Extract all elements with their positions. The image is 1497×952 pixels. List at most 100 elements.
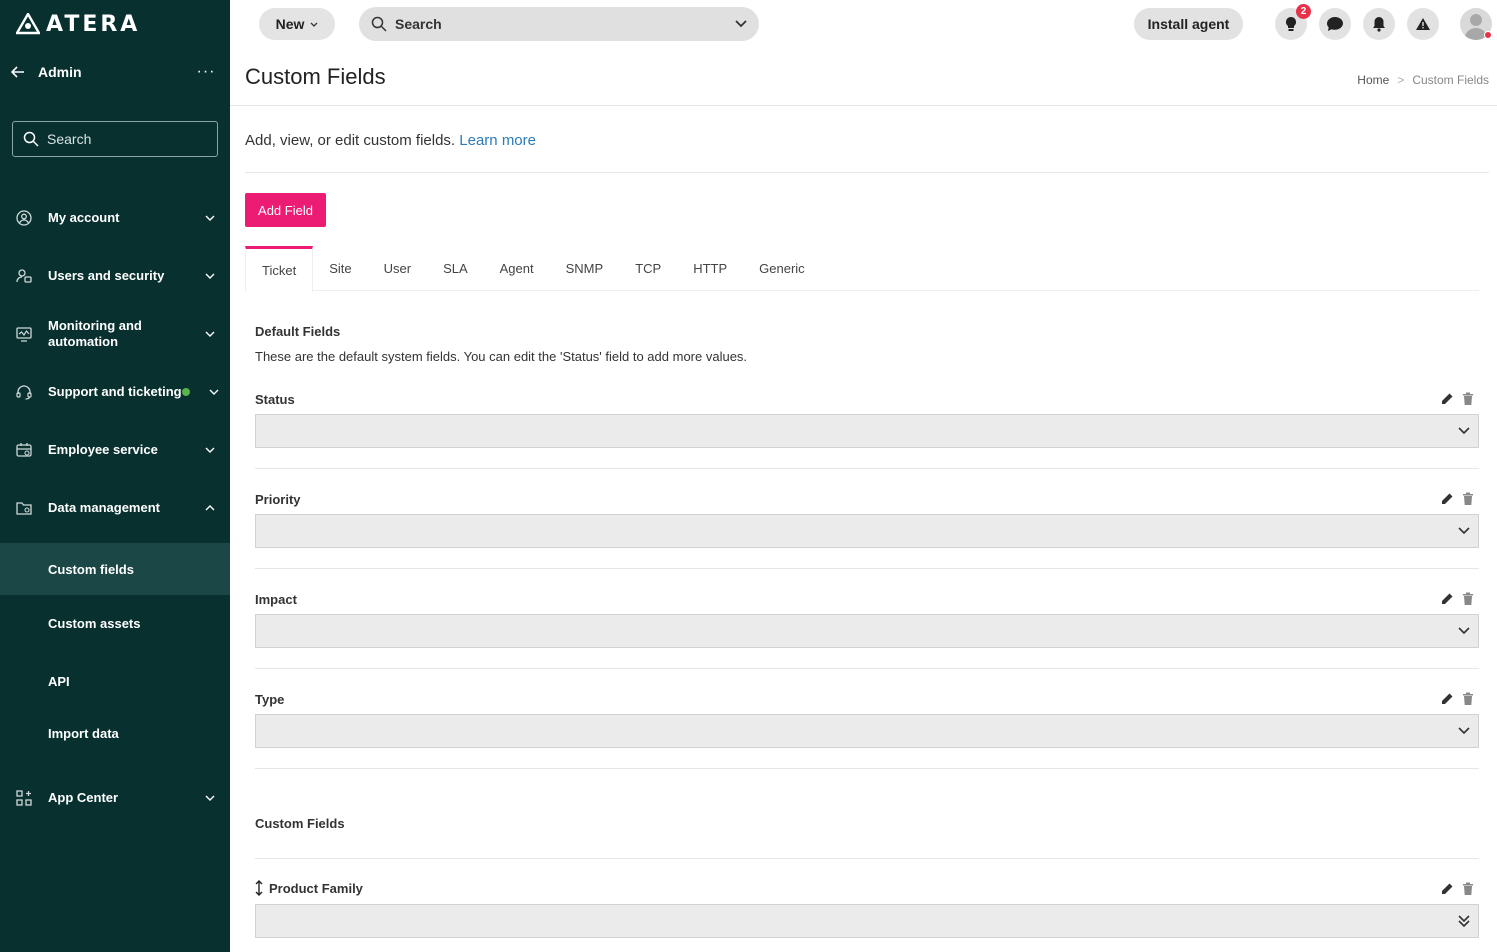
chevron-down-icon (310, 22, 318, 27)
edit-icon[interactable] (1440, 492, 1454, 506)
trash-icon[interactable] (1462, 882, 1474, 896)
field-tools (1440, 592, 1474, 606)
edit-icon[interactable] (1440, 882, 1454, 896)
product-family-select[interactable] (255, 904, 1479, 938)
edit-icon[interactable] (1440, 692, 1454, 706)
admin-label: Admin (38, 64, 82, 80)
headset-icon (0, 384, 48, 400)
default-fields-description: These are the default system fields. You… (255, 349, 748, 364)
sidebar-item-label: Support and ticketing (48, 384, 182, 399)
header-divider (230, 105, 1497, 106)
double-chevron-down-icon (1458, 915, 1470, 928)
alerts-button[interactable] (1407, 8, 1439, 40)
edit-icon[interactable] (1440, 592, 1454, 606)
sidebar-item-label: Employee service (48, 442, 158, 457)
tab-tcp[interactable]: TCP (619, 246, 677, 291)
new-button[interactable]: New (259, 8, 335, 40)
atera-logo[interactable]: ATERA (16, 11, 141, 37)
field-label-type: Type (255, 692, 285, 707)
tips-button[interactable]: 2 (1275, 4, 1311, 40)
logo-text: ATERA (46, 11, 141, 37)
sidebar-subitem-custom-fields[interactable]: Custom fields (0, 543, 230, 595)
field-type-tabs: Ticket Site User SLA Agent SNMP TCP HTTP… (245, 246, 1479, 292)
sidebar-item-label: Data management (48, 500, 160, 515)
field-label-text: Product Family (269, 880, 363, 896)
tab-ticket[interactable]: Ticket (245, 246, 314, 292)
priority-select[interactable] (255, 514, 1479, 548)
field-label-impact: Impact (255, 592, 297, 607)
lightbulb-icon (1286, 17, 1296, 31)
description-divider (245, 172, 1489, 173)
tab-http[interactable]: HTTP (677, 246, 743, 291)
search-icon (371, 16, 387, 32)
sidebar-search-input[interactable]: Search (12, 121, 218, 157)
field-label-priority: Priority (255, 492, 301, 507)
chevron-down-icon (190, 215, 230, 221)
chevron-down-icon[interactable] (735, 20, 747, 28)
trash-icon[interactable] (1462, 592, 1474, 606)
global-search-input[interactable]: Search (359, 7, 759, 41)
sidebar-item-employee-service[interactable]: Employee service (0, 434, 230, 466)
chevron-down-icon (1458, 627, 1470, 635)
breadcrumb: Home > Custom Fields (1357, 73, 1489, 87)
more-options-icon[interactable]: ··· (182, 63, 230, 81)
status-select[interactable] (255, 414, 1479, 448)
field-divider (255, 568, 1479, 569)
sidebar-item-data-management[interactable]: Data management (0, 492, 230, 524)
install-agent-button[interactable]: Install agent (1134, 8, 1243, 40)
sidebar-item-users-security[interactable]: Users and security (0, 260, 230, 292)
field-tools (1440, 882, 1474, 896)
notifications-button[interactable] (1363, 8, 1395, 40)
edit-icon[interactable] (1440, 392, 1454, 406)
user-circle-icon (0, 210, 48, 226)
sidebar-item-label: Users and security (48, 268, 165, 283)
field-tools (1440, 492, 1474, 506)
tab-user[interactable]: User (368, 246, 427, 291)
sidebar-item-label: App Center (48, 790, 119, 805)
default-fields-title: Default Fields (255, 324, 341, 339)
page-description: Add, view, or edit custom fields. Learn … (245, 132, 536, 149)
sidebar-subitem-import-data[interactable]: Import data (0, 717, 230, 749)
add-field-button[interactable]: Add Field (245, 193, 326, 227)
description-text: Add, view, or edit custom fields. (245, 132, 456, 149)
learn-more-link[interactable]: Learn more (459, 132, 536, 149)
search-placeholder: Search (395, 16, 442, 32)
sidebar-item-monitoring[interactable]: Monitoring and automation (0, 316, 230, 352)
page-title: Custom Fields (245, 64, 386, 89)
sidebar-item-support[interactable]: Support and ticketing (0, 374, 230, 410)
tab-snmp[interactable]: SNMP (550, 246, 620, 291)
field-divider (255, 668, 1479, 669)
sidebar-subitem-api[interactable]: API (0, 665, 230, 697)
tab-generic[interactable]: Generic (743, 246, 821, 291)
tab-sla[interactable]: SLA (427, 246, 484, 291)
drag-handle-icon[interactable] (255, 880, 263, 896)
tab-site[interactable]: Site (313, 246, 367, 291)
sidebar-item-app-center[interactable]: App Center (0, 782, 230, 814)
employee-service-icon (0, 442, 48, 458)
tab-agent[interactable]: Agent (484, 246, 550, 291)
trash-icon[interactable] (1462, 392, 1474, 406)
trash-icon[interactable] (1462, 492, 1474, 506)
search-icon (23, 131, 39, 147)
breadcrumb-home[interactable]: Home (1357, 73, 1389, 87)
chat-button[interactable] (1319, 8, 1351, 40)
chevron-down-icon (198, 389, 230, 395)
chat-icon (1327, 17, 1343, 31)
monitor-icon (0, 326, 48, 342)
type-select[interactable] (255, 714, 1479, 748)
chevron-down-icon (1458, 427, 1470, 435)
trash-icon[interactable] (1462, 692, 1474, 706)
field-divider (255, 768, 1479, 769)
impact-select[interactable] (255, 614, 1479, 648)
chevron-down-icon (190, 447, 230, 453)
back-arrow-icon[interactable] (0, 66, 36, 78)
presence-dot (1484, 31, 1492, 39)
field-tools (1440, 392, 1474, 406)
field-divider (255, 468, 1479, 469)
topbar: New Search Install agent 2 (230, 0, 1497, 48)
warning-icon (1416, 18, 1430, 30)
sidebar-subitem-custom-assets[interactable]: Custom assets (0, 607, 230, 639)
sidebar-item-my-account[interactable]: My account (0, 202, 230, 234)
chevron-down-icon (190, 795, 230, 801)
custom-fields-title: Custom Fields (255, 816, 345, 831)
